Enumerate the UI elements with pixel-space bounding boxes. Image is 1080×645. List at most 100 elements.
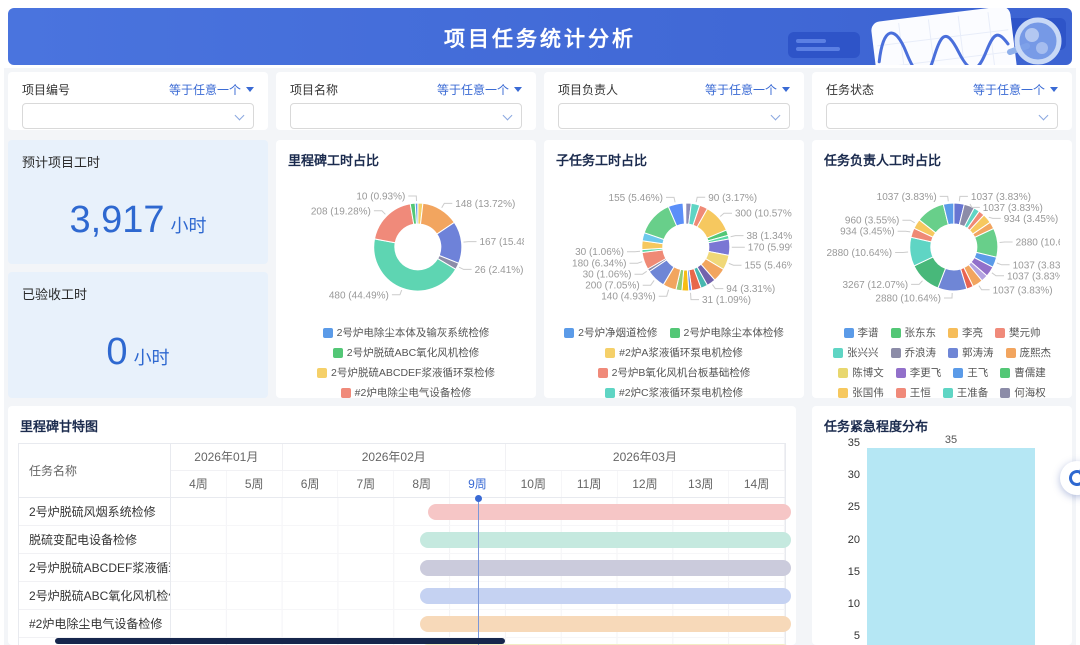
owner-legend: 李谱张东东李亮樊元帅张兴兴 乔浪涛郭涛涛 庞熙杰陈博文 李更飞王飞 曹儒建张国伟王恒 王准… xyxy=(812,321,1072,398)
gantt-chart[interactable]: 任务名称2号炉脱硫风烟系统检修脱硫变配电设备检修2号炉脱硫ABCDEF浆液循环泵… xyxy=(18,443,786,645)
urgency-bar[interactable] xyxy=(867,448,1035,645)
svg-text:1037 (3.83%): 1037 (3.83%) xyxy=(1013,260,1060,271)
legend-item[interactable]: 王准备 xyxy=(943,385,989,398)
legend-item[interactable]: 李谱 xyxy=(844,325,879,340)
stat-label: 已验收工时 xyxy=(22,284,254,303)
gantt-month-header: 2026年01月 xyxy=(171,444,283,470)
legend-swatch xyxy=(838,388,848,398)
project-code-select[interactable] xyxy=(22,103,254,129)
stat-value: 0 xyxy=(106,331,127,373)
legend-swatch xyxy=(948,348,958,358)
svg-text:2880 (10.64%): 2880 (10.64%) xyxy=(875,294,941,305)
legend-item[interactable]: 李更飞 xyxy=(896,365,942,380)
svg-text:2880 (10.64%): 2880 (10.64%) xyxy=(1016,238,1060,249)
svg-text:31 (1.09%): 31 (1.09%) xyxy=(702,295,751,306)
legend-item[interactable]: 陈博文 xyxy=(838,365,884,380)
gantt-bar[interactable] xyxy=(420,616,791,632)
panel-title: 任务负责人工时占比 xyxy=(812,140,1072,169)
panel-title: 里程碑甘特图 xyxy=(8,406,796,435)
legend-item[interactable]: 2号炉电除尘本体检修 xyxy=(670,325,784,340)
project-owner-select[interactable] xyxy=(558,103,790,129)
legend-item[interactable]: 庞熙杰 xyxy=(1006,345,1052,360)
filter-label: 任务状态 xyxy=(826,81,874,98)
legend-label: 王准备 xyxy=(957,385,989,398)
gantt-current-week-dot xyxy=(475,495,482,502)
filter-label: 项目负责人 xyxy=(558,81,618,98)
legend-label: 乔浪涛 xyxy=(905,345,937,360)
legend-item[interactable]: 2号炉B氧化风机台板基础检修 xyxy=(598,365,751,380)
caret-down-icon xyxy=(782,87,790,92)
svg-text:30 (1.06%): 30 (1.06%) xyxy=(575,247,624,258)
gantt-week-header: 10周 xyxy=(506,471,562,497)
legend-swatch xyxy=(564,328,574,338)
legend-item[interactable]: #2炉C浆液循环泵电机检修 xyxy=(605,385,743,398)
page-header: 项目任务统计分析 xyxy=(8,8,1072,65)
gantt-bar[interactable] xyxy=(420,532,791,548)
svg-text:30 (1.06%): 30 (1.06%) xyxy=(583,270,632,281)
svg-text:934 (3.45%): 934 (3.45%) xyxy=(1004,214,1058,225)
legend-label: 曹儒建 xyxy=(1014,365,1046,380)
legend-item[interactable]: 2号炉脱硫ABC氧化风机检修 xyxy=(333,345,479,360)
panel-milestone-gantt: 里程碑甘特图 任务名称2号炉脱硫风烟系统检修脱硫变配电设备检修2号炉脱硫ABCD… xyxy=(8,406,796,645)
panel-title: 里程碑工时占比 xyxy=(276,140,536,169)
svg-text:10 (0.93%): 10 (0.93%) xyxy=(356,192,405,203)
legend-label: #2炉A浆液循环泵电机检修 xyxy=(619,345,743,360)
legend-item[interactable]: 曹儒建 xyxy=(1000,365,1046,380)
chevron-down-icon xyxy=(503,111,513,121)
milestone-donut-chart[interactable]: 148 (13.72%)167 (15.48%)26 (2.41%)480 (4… xyxy=(288,169,524,321)
caret-down-icon xyxy=(246,87,254,92)
legend-item[interactable]: 李亮 xyxy=(948,325,983,340)
gantt-bar[interactable] xyxy=(420,588,791,604)
project-name-select[interactable] xyxy=(290,103,522,129)
legend-item[interactable]: 张东东 xyxy=(891,325,937,340)
horizontal-scrollbar-thumb[interactable] xyxy=(55,638,505,644)
panel-title: 任务紧急程度分布 xyxy=(812,406,1072,435)
legend-item[interactable]: #2炉A浆液循环泵电机检修 xyxy=(605,345,743,360)
legend-item[interactable]: 王恒 xyxy=(896,385,931,398)
legend-label: 李谱 xyxy=(858,325,879,340)
svg-text:1037 (3.83%): 1037 (3.83%) xyxy=(971,192,1031,203)
legend-item[interactable]: 2号炉脱硫ABCDEF浆液循环泵检修 xyxy=(317,365,495,380)
legend-item[interactable]: 郭涛涛 xyxy=(948,345,994,360)
subtask-donut-chart[interactable]: 90 (3.17%)300 (10.57%)38 (1.34%)170 (5.9… xyxy=(556,169,792,321)
legend-item[interactable]: 何海权 xyxy=(1000,385,1046,398)
filter-operator-dropdown[interactable]: 等于任意一个 xyxy=(973,81,1058,98)
owner-donut-chart[interactable]: 1037 (3.83%) 1037 (3.83%) 934 (3.45%) 2880 … xyxy=(824,169,1060,321)
legend-swatch xyxy=(891,348,901,358)
legend-label: 2号炉电除尘本体检修 xyxy=(684,325,784,340)
gantt-week-header: 11周 xyxy=(562,471,618,497)
svg-text:2880 (10.64%): 2880 (10.64%) xyxy=(826,248,892,259)
gantt-week-header: 9周 xyxy=(450,471,506,497)
task-status-select[interactable] xyxy=(826,103,1058,129)
legend-item[interactable]: 张兴兴 xyxy=(833,345,879,360)
legend-item[interactable]: 王飞 xyxy=(953,365,988,380)
legend-swatch xyxy=(1000,388,1010,398)
stat-unit: 小时 xyxy=(171,216,207,236)
legend-item[interactable]: 张国伟 xyxy=(838,385,884,398)
refresh-icon xyxy=(1067,468,1080,488)
legend-item[interactable]: 乔浪涛 xyxy=(891,345,937,360)
svg-text:155 (5.46%): 155 (5.46%) xyxy=(609,193,663,204)
panel-owner-hours-pie: 任务负责人工时占比 1037 (3.83%) 1037 (3.83%) 934 (3… xyxy=(812,140,1072,398)
filter-operator-dropdown[interactable]: 等于任意一个 xyxy=(705,81,790,98)
svg-text:934 (3.45%): 934 (3.45%) xyxy=(840,227,894,238)
filter-operator-dropdown[interactable]: 等于任意一个 xyxy=(437,81,522,98)
filter-task-status: 任务状态 等于任意一个 xyxy=(812,72,1072,130)
filter-operator-dropdown[interactable]: 等于任意一个 xyxy=(169,81,254,98)
legend-item[interactable]: #2炉电除尘电气设备检修 xyxy=(341,385,472,398)
legend-label: 何海权 xyxy=(1014,385,1046,398)
legend-swatch xyxy=(948,328,958,338)
gantt-bar[interactable] xyxy=(420,560,791,576)
svg-text:180 (6.34%): 180 (6.34%) xyxy=(572,259,626,270)
svg-text:94 (3.31%): 94 (3.31%) xyxy=(726,284,775,295)
gantt-week-header: 13周 xyxy=(673,471,729,497)
legend-label: 李更飞 xyxy=(910,365,942,380)
legend-label: 庞熙杰 xyxy=(1020,345,1052,360)
y-axis-tick: 35 xyxy=(820,437,860,451)
legend-label: 2号炉B氧化风机台板基础检修 xyxy=(612,365,751,380)
gantt-bar[interactable] xyxy=(428,504,791,520)
svg-text:155 (5.46%): 155 (5.46%) xyxy=(745,261,793,272)
legend-item[interactable]: 2号炉净烟道检修 xyxy=(564,325,657,340)
legend-item[interactable]: 2号炉电除尘本体及输灰系统检修 xyxy=(323,325,490,340)
legend-item[interactable]: 樊元帅 xyxy=(995,325,1041,340)
